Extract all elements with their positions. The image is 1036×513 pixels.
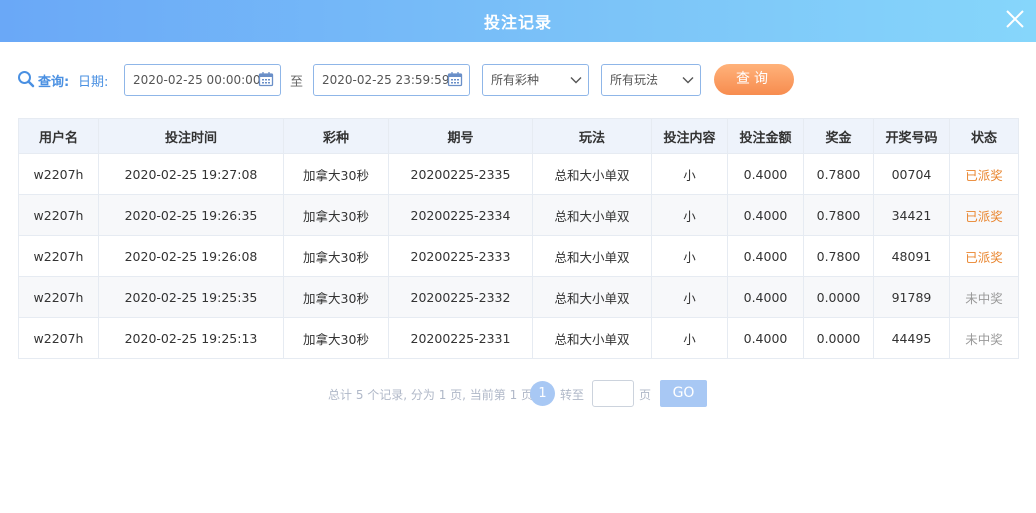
lottery-select-value: 所有彩种 [491,73,540,87]
page-jump-input[interactable] [592,380,634,407]
col-header: 玩法 [532,118,652,154]
pagination: 总计 5 个记录, 分为 1 页, 当前第 1 页 1 转至 页 GO [0,380,1036,407]
table-cell: 总和大小单双 [532,153,652,195]
go-button[interactable]: GO [660,380,707,407]
table-cell: w2207h [18,317,99,359]
status-cell: 已派奖 [949,153,1019,195]
table-cell: 44495 [873,317,950,359]
col-header: 彩种 [283,118,389,154]
table-cell: 48091 [873,235,950,277]
table-cell: 2020-02-25 19:25:13 [98,317,284,359]
table-cell: 00704 [873,153,950,195]
table-cell: 总和大小单双 [532,276,652,318]
table-cell: 小 [651,276,728,318]
table-cell: 0.7800 [803,194,874,236]
col-header: 状态 [949,118,1019,154]
close-icon[interactable] [1004,8,1026,30]
table-row: w2207h 2020-02-25 19:26:35 加拿大30秒 202002… [18,194,1019,236]
col-header: 投注时间 [98,118,284,154]
table-cell: 34421 [873,194,950,236]
table-cell: 2020-02-25 19:26:08 [98,235,284,277]
col-header: 开奖号码 [873,118,950,154]
table-cell: 20200225-2334 [388,194,533,236]
table-cell: 小 [651,153,728,195]
table-cell: 小 [651,194,728,236]
query-button[interactable]: 查询 [714,64,794,95]
query-label: 查询: [38,75,70,90]
table-cell: 加拿大30秒 [283,276,389,318]
table-cell: 加拿大30秒 [283,153,389,195]
status-cell: 已派奖 [949,235,1019,277]
col-header: 投注金额 [727,118,804,154]
table-cell: w2207h [18,194,99,236]
table-cell: 0.4000 [727,235,804,277]
page-suffix-label: 页 [639,388,652,402]
lottery-select[interactable]: 所有彩种 [482,64,589,96]
calendar-icon[interactable] [258,71,274,87]
table-cell: w2207h [18,235,99,277]
status-cell: 未中奖 [949,276,1019,318]
table-row: w2207h 2020-02-25 19:26:08 加拿大30秒 202002… [18,235,1019,277]
table-row: w2207h 2020-02-25 19:25:35 加拿大30秒 202002… [18,276,1019,318]
table-cell: 20200225-2331 [388,317,533,359]
calendar-icon[interactable] [447,71,463,87]
table-cell: 小 [651,317,728,359]
start-date-input[interactable]: 2020-02-25 00:00:00 [124,64,281,96]
table-cell: w2207h [18,153,99,195]
date-label: 日期: [78,75,109,90]
col-header: 用户名 [18,118,99,154]
play-select[interactable]: 所有玩法 [601,64,701,96]
table-cell: 0.4000 [727,194,804,236]
start-date-value: 2020-02-25 00:00:00 [133,73,261,87]
search-icon [18,71,35,88]
table-cell: 0.0000 [803,317,874,359]
bet-records-table: 用户名 投注时间 彩种 期号 玩法 投注内容 投注金额 奖金 开奖号码 状态 w… [18,118,1019,359]
table-cell: 2020-02-25 19:25:35 [98,276,284,318]
status-cell: 已派奖 [949,194,1019,236]
dialog-title: 投注记录 [483,13,552,32]
table-row: w2207h 2020-02-25 19:25:13 加拿大30秒 202002… [18,317,1019,359]
table-cell: 0.4000 [727,317,804,359]
table-cell: 总和大小单双 [532,235,652,277]
table-cell: 0.0000 [803,276,874,318]
table-cell: 20200225-2333 [388,235,533,277]
chevron-down-icon [570,77,582,84]
goto-label: 转至 [560,388,585,402]
table-cell: 总和大小单双 [532,194,652,236]
end-date-value: 2020-02-25 23:59:59 [322,73,450,87]
table-row: w2207h 2020-02-25 19:27:08 加拿大30秒 202002… [18,153,1019,195]
dialog-header: 投注记录 [0,0,1036,42]
col-header: 投注内容 [651,118,728,154]
table-cell: w2207h [18,276,99,318]
table-cell: 总和大小单双 [532,317,652,359]
play-select-value: 所有玩法 [610,73,659,87]
status-cell: 未中奖 [949,317,1019,359]
table-cell: 小 [651,235,728,277]
table-cell: 加拿大30秒 [283,235,389,277]
pagination-summary: 总计 5 个记录, 分为 1 页, 当前第 1 页 [328,388,534,402]
table-cell: 20200225-2332 [388,276,533,318]
table-cell: 91789 [873,276,950,318]
table-cell: 0.4000 [727,153,804,195]
page-number-current[interactable]: 1 [530,381,555,406]
table-cell: 0.7800 [803,153,874,195]
to-label: 至 [290,75,304,90]
table-cell: 加拿大30秒 [283,317,389,359]
table-cell: 加拿大30秒 [283,194,389,236]
col-header: 奖金 [803,118,874,154]
table-cell: 20200225-2335 [388,153,533,195]
table-cell: 0.4000 [727,276,804,318]
table-header-row: 用户名 投注时间 彩种 期号 玩法 投注内容 投注金额 奖金 开奖号码 状态 [18,118,1019,154]
table-cell: 2020-02-25 19:26:35 [98,194,284,236]
table-cell: 0.7800 [803,235,874,277]
filter-bar: 查询: 日期: 2020-02-25 00:00:00 至 2020-02-25… [0,64,1036,96]
chevron-down-icon [682,77,694,84]
table-cell: 2020-02-25 19:27:08 [98,153,284,195]
end-date-input[interactable]: 2020-02-25 23:59:59 [313,64,470,96]
col-header: 期号 [388,118,533,154]
